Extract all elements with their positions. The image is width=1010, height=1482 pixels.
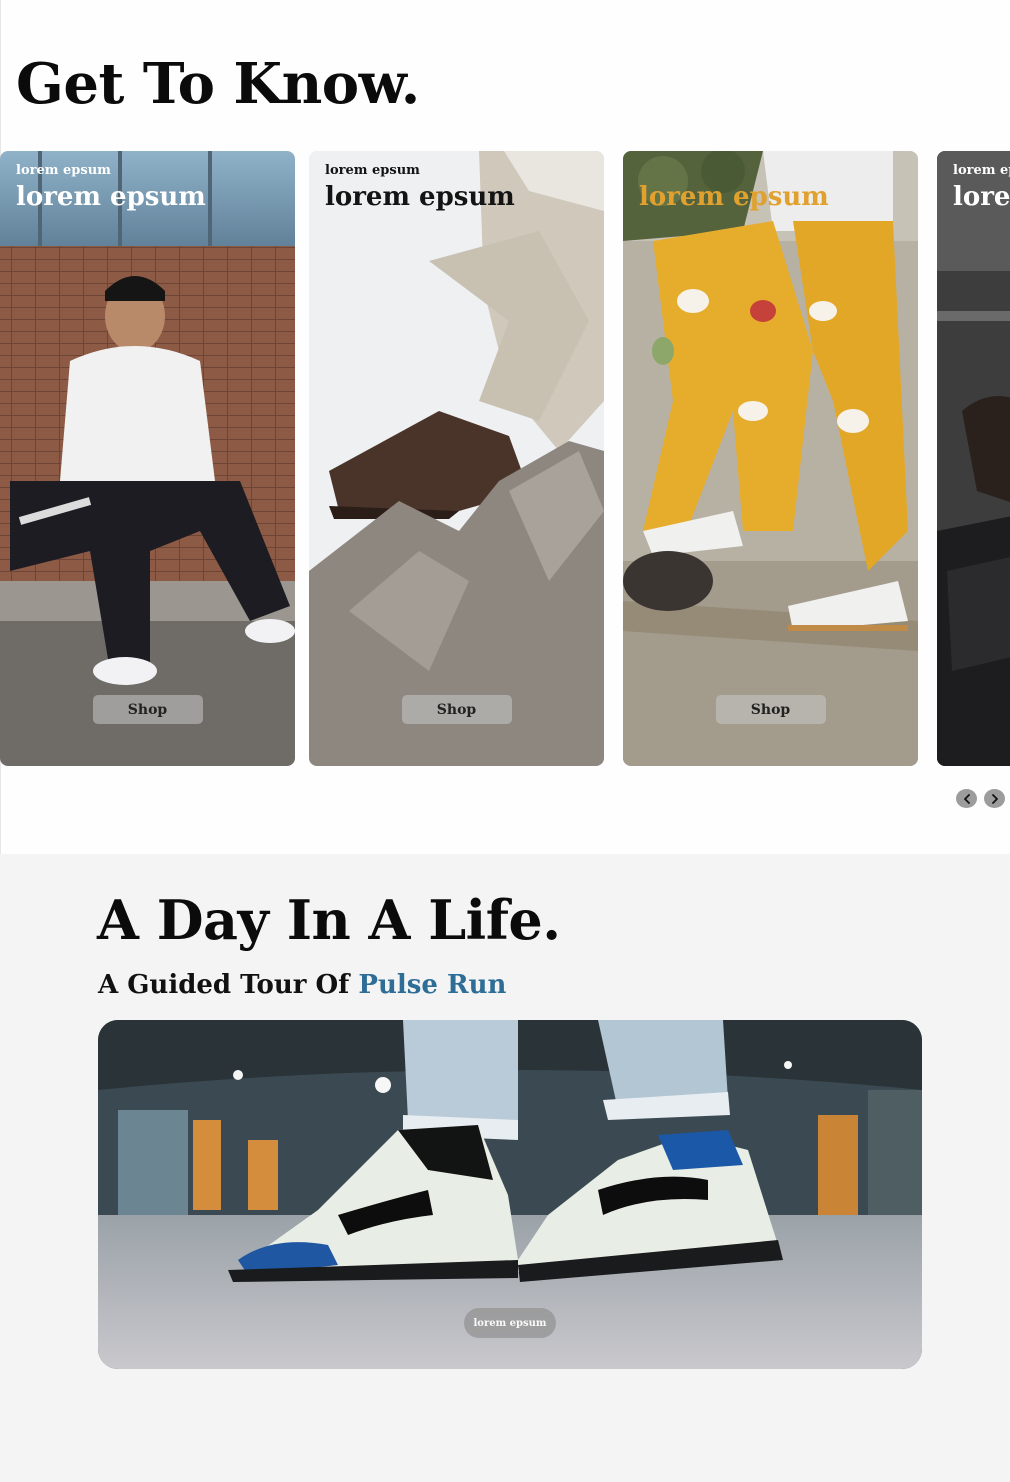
chevron-right-icon xyxy=(991,793,998,804)
card-photo-man-sitting xyxy=(0,151,295,766)
card-headline: lorem epsum xyxy=(639,182,829,212)
product-card-1[interactable]: lorem epsum lorem epsum Shop xyxy=(0,151,295,766)
section-subtitle: A Guided Tour Of Pulse Run xyxy=(98,968,506,1002)
card-headline: lorem epsum xyxy=(16,182,206,212)
card-photo-dark-garage xyxy=(937,151,1010,766)
card-headline: lore xyxy=(953,182,1010,212)
card-photo-yellow-pants xyxy=(623,151,918,766)
card-kicker: lorem ep xyxy=(953,163,1010,178)
product-card-4[interactable]: lorem ep lore xyxy=(937,151,1010,766)
shop-button[interactable]: Shop xyxy=(715,695,826,724)
hero-cta-button[interactable]: lorem epsum xyxy=(464,1308,556,1338)
subtitle-brand-accent: Pulse Run xyxy=(358,970,507,1000)
product-card-2[interactable]: lorem epsum lorem epsum Shop xyxy=(309,151,604,766)
card-headline: lorem epsum xyxy=(325,182,515,212)
section-day-in-a-life: A Day In A Life. A Guided Tour Of Pulse … xyxy=(0,854,1010,1482)
section-title-day-in-a-life: A Day In A Life. xyxy=(97,888,561,952)
section-title-get-to-know: Get To Know. xyxy=(16,51,420,117)
card-kicker: lorem epsum xyxy=(16,163,111,178)
shop-button[interactable]: Shop xyxy=(92,695,203,724)
card-photo-boot-on-rock xyxy=(309,151,604,766)
card-kicker: lorem epsum xyxy=(325,163,420,178)
product-card-3[interactable]: lorem epsum Shop xyxy=(623,151,918,766)
shop-button[interactable]: Shop xyxy=(401,695,512,724)
carousel-prev-button[interactable] xyxy=(956,789,977,808)
hero-video-banner[interactable]: lorem epsum xyxy=(98,1020,922,1369)
carousel-next-button[interactable] xyxy=(984,789,1005,808)
chevron-left-icon xyxy=(963,793,970,804)
subtitle-prefix: A Guided Tour Of xyxy=(98,970,359,1000)
